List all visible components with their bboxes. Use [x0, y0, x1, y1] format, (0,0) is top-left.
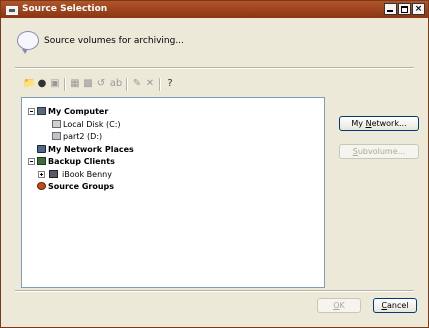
- button-label-part: ubvolume...: [357, 147, 406, 156]
- footer-divider: [15, 290, 414, 292]
- source-groups-icon: [37, 182, 46, 190]
- open-icon[interactable]: ●: [36, 78, 48, 90]
- button-label-part: etwork...: [371, 119, 407, 128]
- settings-icon[interactable]: ▩: [82, 78, 94, 90]
- hard-disk-icon: [52, 132, 61, 140]
- header-divider: [15, 67, 414, 69]
- collapse-toggle[interactable]: [28, 158, 35, 165]
- ok-button[interactable]: OK: [317, 298, 361, 313]
- source-tree[interactable]: My Computer Local Disk (C:) part2 (D:) M…: [21, 97, 325, 288]
- button-label-part: My: [351, 119, 366, 128]
- computer-icon: [37, 107, 46, 115]
- title-bar[interactable]: Source Selection ×: [1, 1, 428, 18]
- hard-disk-icon: [52, 120, 61, 128]
- label-icon[interactable]: ab: [109, 78, 123, 90]
- new-folder-icon[interactable]: 📁: [23, 78, 35, 90]
- cancel-button[interactable]: Cancel: [373, 298, 417, 313]
- expand-toggle[interactable]: [38, 171, 45, 178]
- minimize-button[interactable]: [384, 3, 397, 15]
- maximize-button[interactable]: [398, 3, 411, 15]
- window-icon: [6, 6, 18, 15]
- network-icon: [37, 145, 46, 153]
- backup-clients-icon: [37, 157, 46, 165]
- drive-icon[interactable]: ▣: [49, 78, 61, 90]
- window-title: Source Selection: [22, 4, 108, 14]
- properties-icon[interactable]: ▦: [69, 78, 81, 90]
- source-selection-window: Source Selection × Source volumes for ar…: [0, 0, 429, 328]
- collapse-toggle[interactable]: [28, 108, 35, 115]
- subvolume-button[interactable]: Subvolume...: [339, 144, 419, 159]
- comment-icon[interactable]: ✎: [131, 78, 143, 90]
- help-icon[interactable]: ?: [164, 78, 176, 90]
- toolbar-separator: [64, 78, 66, 91]
- button-label-part: K: [339, 301, 345, 310]
- toolbar-separator: [126, 78, 128, 91]
- speech-bubble-icon: [17, 31, 39, 54]
- my-network-button[interactable]: My Network...: [339, 116, 419, 131]
- delete-icon[interactable]: ✕: [144, 78, 156, 90]
- toolbar-separator: [159, 78, 161, 91]
- close-button[interactable]: ×: [412, 3, 425, 15]
- button-label-part: ancel: [387, 301, 409, 310]
- rename-icon[interactable]: ↺: [95, 78, 107, 90]
- header-description: Source volumes for archiving...: [44, 36, 184, 46]
- client-computer-icon: [49, 170, 58, 178]
